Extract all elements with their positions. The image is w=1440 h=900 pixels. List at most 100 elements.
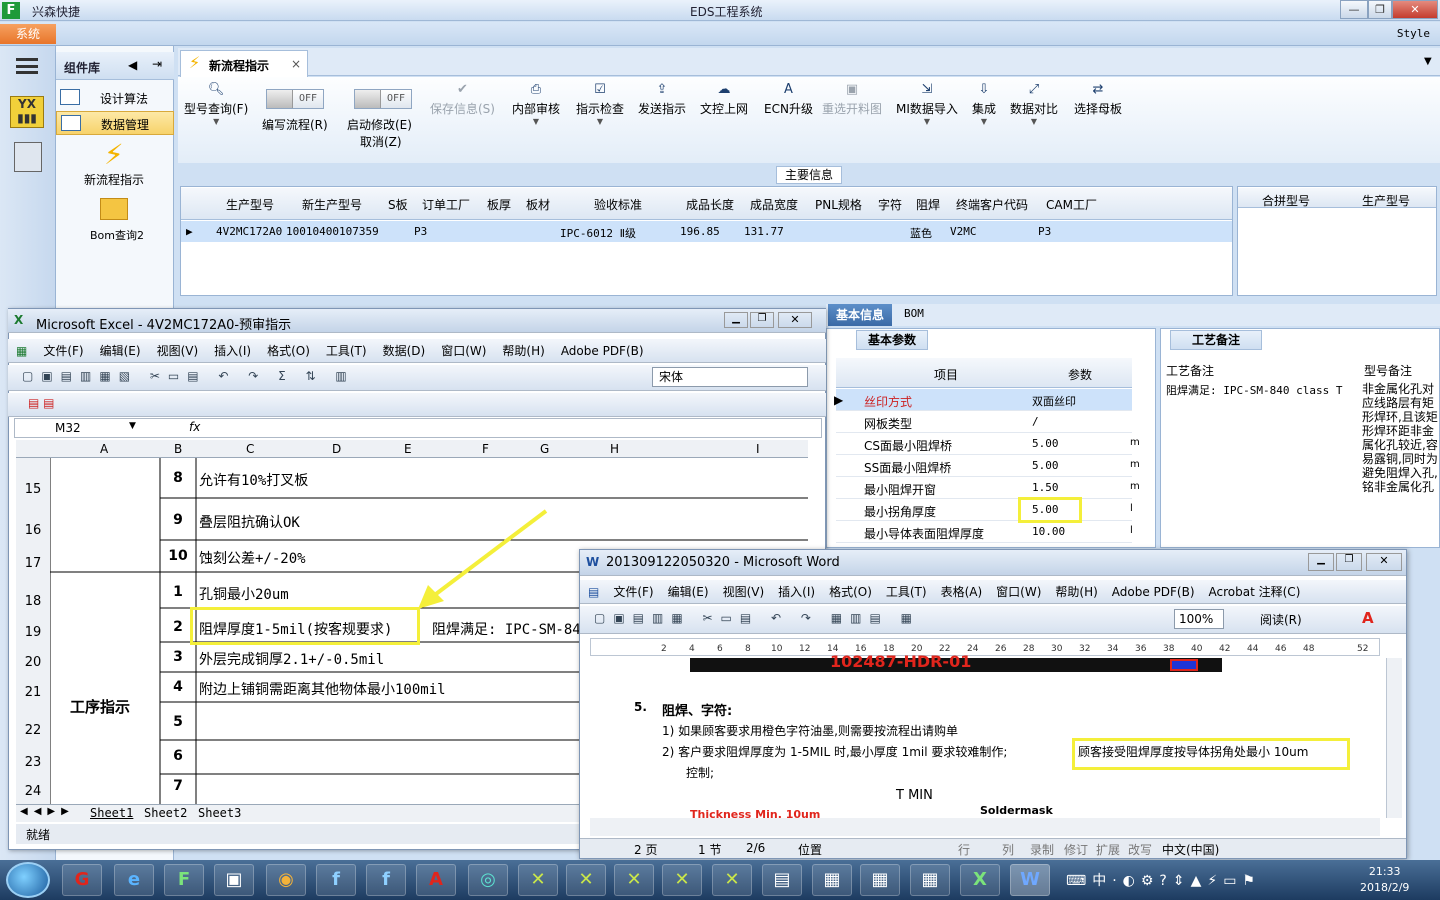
- column-header[interactable]: G: [540, 442, 549, 456]
- acrobat-icon[interactable]: A: [416, 864, 456, 896]
- step-number[interactable]: 9: [160, 512, 196, 528]
- name-box[interactable]: M32: [55, 421, 81, 435]
- pin-panel-icon[interactable]: ⇥: [152, 57, 162, 71]
- folder-icon[interactable]: [100, 198, 128, 220]
- column-header[interactable]: CAM工厂: [1046, 196, 1097, 213]
- sheet-cell[interactable]: 蚀刻公差+/-20%: [199, 548, 306, 568]
- minimize-button[interactable]: ▁: [724, 312, 748, 328]
- sheet-tab[interactable]: Sheet1: [90, 806, 133, 820]
- table-cell[interactable]: P3: [1038, 225, 1051, 238]
- table-cell[interactable]: IPC-6012 Ⅱ级: [560, 225, 636, 241]
- table-cell[interactable]: 196.85: [680, 225, 720, 238]
- data-compare-button[interactable]: ⤢ 数据对比 ▼: [1010, 82, 1058, 126]
- menu-item[interactable]: 插入(I): [778, 583, 815, 600]
- system-clock[interactable]: 21:33 2018/2/9: [1360, 864, 1409, 896]
- row-header[interactable]: 16: [16, 498, 50, 540]
- tab-basic-info[interactable]: 基本信息: [828, 304, 892, 326]
- menu-item[interactable]: 数据(D): [383, 342, 426, 359]
- eds-app-icon[interactable]: F: [164, 864, 204, 896]
- column-header[interactable]: E: [404, 442, 412, 456]
- menu-item[interactable]: Acrobat 注释(C): [1209, 583, 1301, 600]
- param-value[interactable]: 1.50: [1032, 481, 1059, 494]
- menu-item[interactable]: 编辑(E): [100, 342, 141, 359]
- write-flow-toggle[interactable]: OFF: [266, 89, 324, 109]
- menu-item[interactable]: 文件(F): [43, 342, 83, 359]
- close-tab-icon[interactable]: ×: [291, 57, 301, 71]
- menu-item[interactable]: 工具(T): [326, 342, 367, 359]
- excel-doc-icon[interactable]: ✕: [566, 864, 606, 896]
- menu-item[interactable]: 帮助(H): [1055, 583, 1097, 600]
- excel-app-icon[interactable]: X: [960, 864, 1000, 896]
- menu-item[interactable]: 窗口(W): [996, 583, 1041, 600]
- sheet-cell[interactable]: 阻焊满足: IPC-SM-84: [432, 619, 581, 639]
- tab-new-flow[interactable]: ⚡ 新流程指示 ×: [180, 50, 308, 77]
- row-header[interactable]: 17: [16, 540, 50, 572]
- row-header[interactable]: 21: [16, 672, 50, 702]
- row-header[interactable]: 18: [16, 572, 50, 609]
- horizontal-ruler[interactable]: 24 68 10 12 14 16 18 20 22 24 26 28 30 32 34 36…: [590, 638, 1380, 656]
- step-number[interactable]: 1: [160, 584, 196, 600]
- craft-note[interactable]: 阻焊满足: IPC-SM-840 class T: [1166, 382, 1356, 398]
- yx-factory-icon[interactable]: YX ▮▮▮: [10, 96, 44, 128]
- menu-item[interactable]: 格式(O): [829, 583, 872, 600]
- menu-item[interactable]: 工具(T): [886, 583, 927, 600]
- lightning-icon[interactable]: ⚡: [104, 138, 124, 171]
- column-header[interactable]: B: [174, 442, 182, 456]
- ecn-upgrade-button[interactable]: A ECN升级: [764, 82, 813, 117]
- status-text[interactable]: 改写: [1128, 841, 1152, 858]
- chevron-down-icon[interactable]: ▼: [129, 421, 136, 431]
- column-header[interactable]: H: [610, 442, 619, 456]
- app-f-icon[interactable]: f: [316, 864, 356, 896]
- new-flow-tile-label[interactable]: 新流程指示: [84, 171, 144, 188]
- table-cell[interactable]: P3: [414, 225, 427, 238]
- column-header[interactable]: S板: [388, 196, 408, 213]
- minimize-button[interactable]: ▁: [1308, 553, 1334, 571]
- mi-import-button[interactable]: ⇲ MI数据导入 ▼: [896, 82, 958, 126]
- instruction-check-button[interactable]: ☑ 指示检查 ▼: [576, 82, 624, 126]
- param-row[interactable]: 最小拐角厚度 5.00 l: [836, 499, 1133, 521]
- excel-doc-icon[interactable]: ✕: [662, 864, 702, 896]
- row-header[interactable]: 22: [16, 702, 50, 740]
- merged-cell-label[interactable]: 工序指示: [70, 696, 130, 717]
- model-query-button[interactable]: 🔍︎ 型号查询(F) ▼: [184, 82, 248, 126]
- param-row[interactable]: SS面最小阻焊桥 5.00 m: [836, 455, 1140, 477]
- menu-item[interactable]: Adobe PDF(B): [1112, 585, 1195, 599]
- column-header[interactable]: 字符: [878, 196, 902, 213]
- sheet-cell[interactable]: 附边上铺铜需距离其他物体最小100mil: [199, 679, 446, 699]
- menu-item[interactable]: 视图(V): [157, 342, 199, 359]
- integrate-button[interactable]: ⇩ 集成 ▼: [972, 82, 996, 126]
- image-viewer-icon[interactable]: ▦: [910, 864, 950, 896]
- menu-item[interactable]: 窗口(W): [441, 342, 486, 359]
- row-header[interactable]: 19: [16, 608, 50, 642]
- param-value[interactable]: 双面丝印: [1032, 393, 1076, 409]
- ime-indicator[interactable]: 中: [1092, 873, 1112, 889]
- horizontal-scrollbar[interactable]: [590, 818, 1380, 836]
- column-header[interactable]: 板厚: [487, 196, 511, 213]
- row-header[interactable]: 23: [16, 740, 50, 774]
- table-cell[interactable]: 蓝色: [910, 225, 932, 241]
- excel-doc-icon[interactable]: ✕: [614, 864, 654, 896]
- table-cell[interactable]: 10010400107359: [286, 225, 379, 238]
- menu-item[interactable]: 帮助(H): [502, 342, 544, 359]
- system-menu-button[interactable]: 系统: [0, 24, 56, 44]
- shell-icon[interactable]: ◉: [266, 864, 306, 896]
- maximize-button[interactable]: ❐: [1368, 0, 1392, 19]
- column-header[interactable]: 生产型号: [1362, 192, 1410, 209]
- param-row[interactable]: 最小导体表面阻焊厚度 10.00 l: [836, 521, 1133, 543]
- param-row[interactable]: ▶ 丝印方式 双面丝印: [834, 389, 1132, 411]
- upload-network-button[interactable]: ☁ 文控上网: [700, 82, 748, 117]
- model-note[interactable]: 非金属化孔对应线路层有矩形焊环,且该矩形焊环距非金属化孔较近,容易露铜,同时为避…: [1362, 382, 1438, 548]
- column-header[interactable]: 成品宽度: [750, 196, 798, 213]
- component-item-data-management[interactable]: 数据管理: [56, 111, 174, 135]
- column-header[interactable]: 板材: [526, 196, 550, 213]
- zoom-select[interactable]: 100%: [1174, 609, 1224, 629]
- column-header[interactable]: PNL规格: [815, 196, 862, 213]
- status-text[interactable]: 修订: [1064, 841, 1088, 858]
- start-edit-toggle[interactable]: OFF: [354, 89, 412, 109]
- menu-item[interactable]: Adobe PDF(B): [561, 344, 644, 358]
- column-header[interactable]: 阻焊: [916, 196, 940, 213]
- calculator-icon[interactable]: [14, 142, 42, 172]
- send-instruction-button[interactable]: ⇪ 发送指示: [638, 82, 686, 117]
- maximize-button[interactable]: ❐: [750, 312, 774, 328]
- style-menu[interactable]: Style: [1397, 27, 1430, 40]
